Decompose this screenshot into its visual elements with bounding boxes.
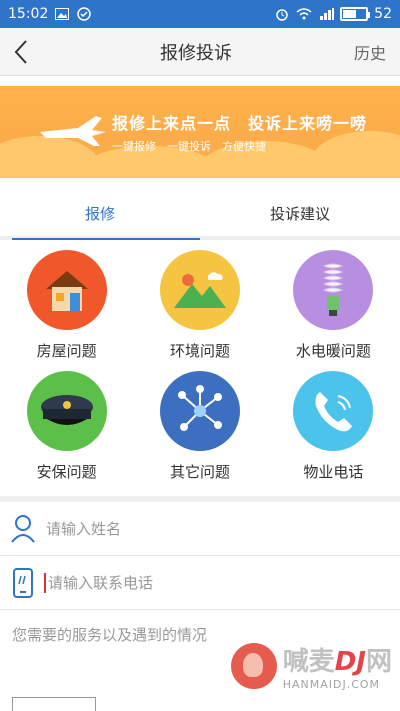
category-label: 安保问题	[36, 463, 97, 481]
landscape-icon	[159, 250, 240, 330]
check-circle-icon	[76, 7, 92, 21]
phone-field-row	[0, 556, 400, 610]
category-grid: 房屋问题 环境问题 水电暖问题 安保问题 其它问题 物业电话	[0, 240, 400, 482]
nav-bar: 报修投诉 历史	[0, 28, 400, 76]
category-environment[interactable]: 环境问题	[133, 250, 266, 361]
category-label: 房屋问题	[36, 342, 97, 360]
category-label: 物业电话	[303, 463, 364, 481]
status-bar: 15:02 52	[0, 0, 400, 28]
category-house[interactable]: 房屋问题	[0, 250, 133, 361]
history-button[interactable]: 历史	[354, 40, 386, 64]
banner-subtitle: 一键报修 一键投诉 方便快捷	[112, 140, 266, 153]
site-watermark: 喊麦DJ网 HANMAIDJ.COM	[230, 641, 392, 691]
battery-percent: 52	[374, 6, 392, 22]
house-icon	[26, 250, 107, 330]
category-label: 环境问题	[169, 342, 230, 360]
wifi-icon	[296, 7, 312, 21]
name-field-row	[0, 502, 400, 556]
mobile-phone-icon	[10, 567, 36, 598]
banner-headline: 报修上来点一点 投诉上来唠一唠	[112, 114, 368, 133]
alarm-icon	[274, 7, 290, 21]
battery-icon	[340, 7, 371, 21]
image-notification-icon	[54, 7, 70, 21]
lightbulb-icon	[293, 250, 374, 330]
category-label: 水电暖问题	[295, 342, 371, 360]
category-label: 其它问题	[169, 463, 230, 481]
name-input[interactable]	[44, 518, 348, 539]
police-cap-icon	[26, 371, 107, 451]
tab-bar: 报修 投诉建议	[0, 190, 400, 240]
signal-icon	[318, 7, 335, 21]
watermark-title: 喊麦DJ网	[282, 647, 392, 677]
submit-button-edge[interactable]	[12, 697, 96, 711]
page-title: 报修投诉	[159, 42, 232, 64]
back-arrow-icon[interactable]	[14, 37, 38, 67]
watermark-logo-icon	[230, 643, 277, 689]
watermark-url: HANMAIDJ.COM	[282, 678, 381, 691]
promo-banner: 报修上来点一点 投诉上来唠一唠 一键报修 一键投诉 方便快捷	[0, 86, 400, 178]
tab-complaint[interactable]: 投诉建议	[200, 190, 400, 236]
category-utilities[interactable]: 水电暖问题	[267, 250, 400, 361]
status-time: 15:02	[8, 6, 49, 22]
category-other[interactable]: 其它问题	[133, 371, 266, 482]
phone-input[interactable]	[44, 572, 350, 593]
tab-repair[interactable]: 报修	[0, 190, 200, 240]
user-icon	[10, 514, 36, 544]
category-property-phone[interactable]: 物业电话	[267, 371, 400, 482]
airplane-icon	[38, 110, 108, 154]
category-security[interactable]: 安保问题	[0, 371, 133, 482]
phone-icon	[293, 371, 374, 451]
battery-fill	[343, 10, 356, 18]
network-icon	[159, 371, 240, 451]
